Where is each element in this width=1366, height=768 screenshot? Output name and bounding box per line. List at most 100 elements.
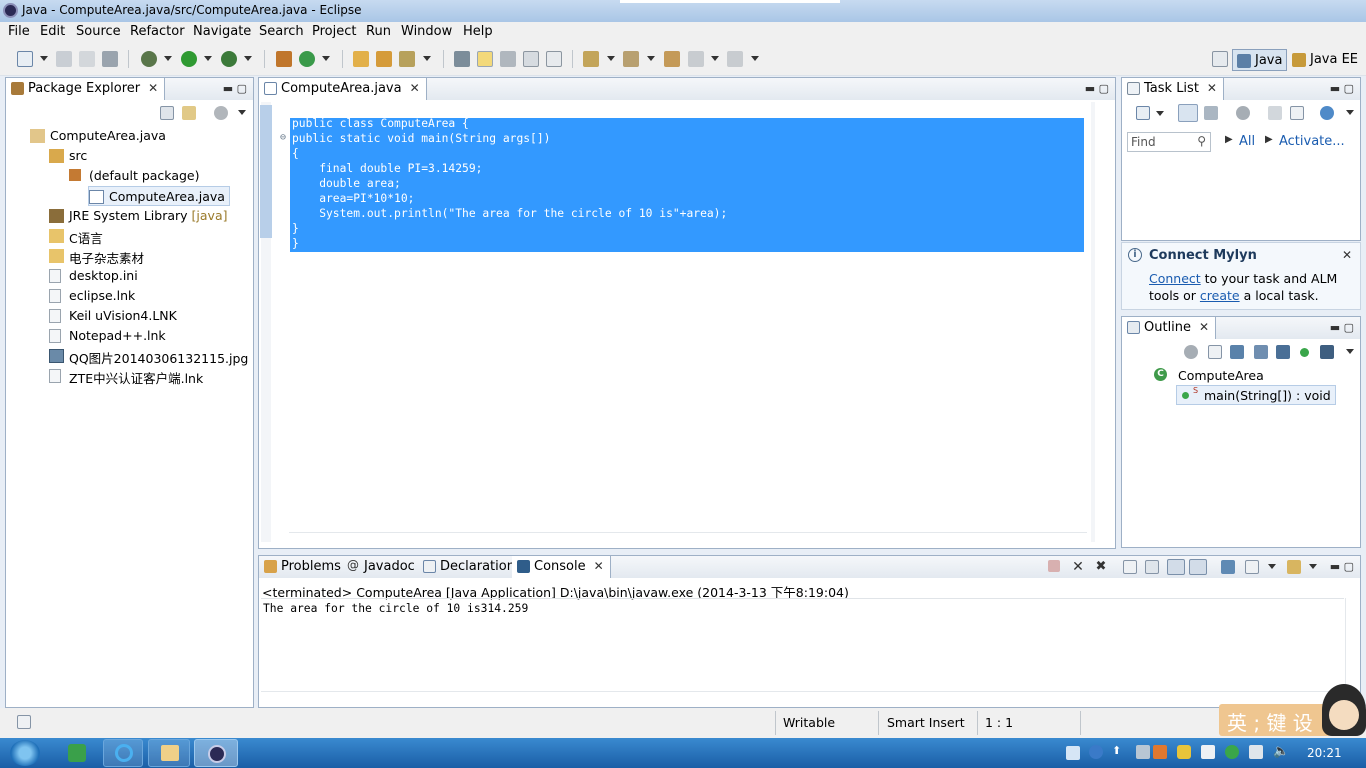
fold-icon[interactable]: ⊖	[280, 132, 286, 143]
console-output-area[interactable]: The area for the circle of 10 is314.259	[261, 598, 1344, 688]
menu-file[interactable]: File	[8, 24, 30, 39]
taskbar-eclipse[interactable]	[194, 739, 238, 767]
new-task-dropdown-icon[interactable]	[1156, 111, 1164, 116]
back-icon[interactable]	[688, 51, 704, 67]
collapse-all-icon[interactable]	[160, 106, 174, 120]
create-link[interactable]: create	[1200, 288, 1240, 303]
tray-icon[interactable]	[1136, 745, 1150, 759]
display-console-dropdown-icon[interactable]	[1268, 564, 1276, 569]
new-icon[interactable]	[17, 51, 33, 67]
view-menu-icon[interactable]	[1346, 110, 1354, 115]
tab-editor-computearea[interactable]: ComputeArea.java ✕	[259, 78, 427, 100]
tree-item-java-file[interactable]: ComputeArea.java	[88, 186, 230, 206]
taskbar-app[interactable]	[58, 740, 96, 766]
tab-package-explorer[interactable]: Package Explorer ✕	[6, 78, 166, 100]
synchronize-icon[interactable]	[1320, 106, 1334, 120]
start-button-icon[interactable]	[10, 740, 40, 766]
view-minmax-controls[interactable]: ▬ ▢	[1330, 82, 1354, 95]
menu-edit[interactable]: Edit	[40, 24, 65, 39]
all-tasks-link[interactable]: All	[1239, 134, 1255, 149]
open-type-icon[interactable]	[353, 51, 369, 67]
tray-icon[interactable]	[1066, 746, 1080, 760]
clock[interactable]: 20:21	[1307, 746, 1342, 760]
tree-item-src[interactable]: src	[49, 146, 87, 166]
show-on-stderr-icon[interactable]	[1189, 559, 1207, 575]
activate-task-link[interactable]: Activate...	[1279, 134, 1345, 149]
focus-workweek-icon[interactable]	[1236, 106, 1250, 120]
perspective-java[interactable]: Java	[1232, 49, 1288, 71]
save-all-icon[interactable]	[79, 51, 95, 67]
external-tools-dropdown-icon[interactable]	[244, 56, 252, 61]
volume-icon[interactable]: 🔈	[1273, 744, 1289, 759]
tab-outline[interactable]: Outline ✕	[1122, 317, 1217, 339]
collapse-all-icon[interactable]	[1290, 106, 1304, 120]
external-tools-icon[interactable]	[221, 51, 237, 67]
menu-refactor[interactable]: Refactor	[130, 24, 185, 39]
taskbar-explorer[interactable]	[148, 739, 190, 767]
terminate-icon[interactable]	[1048, 560, 1060, 572]
toggle-breadcrumb-icon[interactable]	[454, 51, 470, 67]
new-dropdown-icon[interactable]	[40, 56, 48, 61]
view-menu-icon[interactable]	[1346, 349, 1354, 354]
open-console-dropdown-icon[interactable]	[1309, 564, 1317, 569]
scroll-lock-icon[interactable]	[1145, 560, 1159, 574]
editor-vertical-scrollbar[interactable]	[1099, 102, 1113, 532]
new-task-icon[interactable]	[1136, 106, 1150, 120]
view-minmax-controls[interactable]: ▬ ▢	[1330, 321, 1354, 334]
debug-dropdown-icon[interactable]	[164, 56, 172, 61]
hide-fields-icon[interactable]	[1254, 345, 1268, 359]
pin-console-icon[interactable]	[1221, 560, 1235, 574]
search-icon[interactable]	[399, 51, 415, 67]
last-edit-location-icon[interactable]	[664, 51, 680, 67]
run-dropdown-icon[interactable]	[204, 56, 212, 61]
tab-problems[interactable]: Problems	[259, 556, 347, 578]
search-dropdown-icon[interactable]	[423, 56, 431, 61]
tree-item-file[interactable]: Keil uVision4.LNK	[49, 306, 177, 326]
tab-declaration[interactable]: Declaration	[418, 556, 521, 578]
show-on-stdout-icon[interactable]	[1167, 559, 1185, 575]
menu-run[interactable]: Run	[366, 24, 391, 39]
ime-toolbar[interactable]: 英 ; 键 设	[1219, 704, 1331, 736]
tray-overflow-icon[interactable]: ⬆	[1112, 744, 1121, 757]
run-icon[interactable]	[181, 51, 197, 67]
connect-link[interactable]: Connect	[1149, 271, 1201, 286]
close-icon[interactable]: ✕	[1199, 320, 1209, 334]
hide-non-public-icon[interactable]	[1300, 348, 1309, 357]
back-dropdown-icon[interactable]	[711, 56, 719, 61]
console-horizontal-scrollbar[interactable]	[261, 691, 1344, 705]
network-icon[interactable]	[1201, 745, 1215, 759]
menu-project[interactable]: Project	[312, 24, 356, 39]
clear-console-icon[interactable]	[1123, 560, 1137, 574]
tree-item-jre-library[interactable]: JRE System Library [java]	[49, 206, 227, 226]
tree-item-file[interactable]: desktop.ini	[49, 266, 138, 286]
tree-item-project[interactable]: ComputeArea.java	[30, 126, 166, 146]
menu-window[interactable]: Window	[401, 24, 452, 39]
perspective-java-ee[interactable]: Java EE	[1288, 49, 1362, 71]
scheduled-icon[interactable]	[1204, 106, 1218, 120]
tree-item-folder[interactable]: C语言	[49, 226, 103, 246]
close-icon[interactable]: ✕	[1342, 248, 1352, 262]
tree-item-file[interactable]: eclipse.lnk	[49, 286, 135, 306]
help-icon[interactable]	[1089, 745, 1103, 759]
close-icon[interactable]: ✕	[594, 559, 604, 573]
new-java-class-icon[interactable]	[299, 51, 315, 67]
show-whitespace-icon[interactable]	[546, 51, 562, 67]
previous-annotation-icon[interactable]	[623, 51, 639, 67]
hide-static-icon[interactable]	[1276, 345, 1290, 359]
outline-method[interactable]: S main(String[]) : void	[1176, 385, 1336, 405]
tab-task-list[interactable]: Task List ✕	[1122, 78, 1224, 100]
focus-icon[interactable]	[1184, 345, 1198, 359]
open-task-icon[interactable]	[376, 51, 392, 67]
display-selected-console-icon[interactable]	[1245, 560, 1259, 574]
tray-icon[interactable]	[1249, 745, 1263, 759]
forward-icon[interactable]	[727, 51, 743, 67]
tree-item-default-package[interactable]: (default package)	[69, 166, 199, 186]
forward-dropdown-icon[interactable]	[751, 56, 759, 61]
hide-local-types-icon[interactable]	[1320, 345, 1334, 359]
menu-source[interactable]: Source	[76, 24, 121, 39]
mark-occurrences-icon[interactable]	[477, 51, 493, 67]
tree-item-file[interactable]: ZTE中兴认证客户端.lnk	[49, 366, 203, 386]
remove-all-terminated-icon[interactable]: ✖	[1093, 560, 1109, 574]
new-java-package-icon[interactable]	[276, 51, 292, 67]
close-icon[interactable]: ✕	[1207, 81, 1217, 95]
